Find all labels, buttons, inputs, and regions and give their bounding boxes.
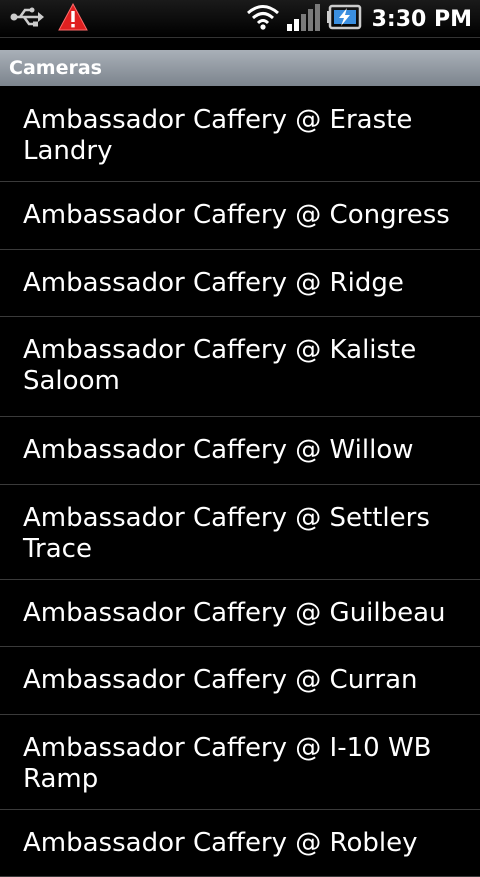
section-header: Cameras <box>0 50 480 86</box>
battery-charging-icon <box>326 4 362 34</box>
camera-list-item[interactable]: Ambassador Caffery @ Settlers Trace <box>0 485 480 580</box>
camera-list-item[interactable]: Ambassador Caffery @ Congress <box>0 182 480 250</box>
camera-list-item[interactable]: Ambassador Caffery @ Willow <box>0 417 480 485</box>
notification-area[interactable] <box>10 4 88 34</box>
camera-list-item[interactable]: Ambassador Caffery @ Eraste Landry <box>0 87 480 182</box>
signal-icon <box>286 2 320 36</box>
clock: 3:30 PM <box>372 7 472 32</box>
camera-list-item[interactable]: Ambassador Caffery @ Curran <box>0 647 480 715</box>
camera-list-item[interactable]: Ambassador Caffery @ Robley <box>0 810 480 877</box>
wifi-icon <box>246 3 280 35</box>
usb-icon <box>10 7 44 31</box>
system-indicators: 3:30 PM <box>246 0 472 38</box>
camera-list-item[interactable]: Ambassador Caffery @ Kaliste Saloom <box>0 317 480 417</box>
camera-list-item[interactable]: Ambassador Caffery @ I-10 WB Ramp <box>0 715 480 810</box>
status-bar: 3:30 PM <box>0 0 480 38</box>
camera-list-item[interactable]: Ambassador Caffery @ Guilbeau <box>0 580 480 648</box>
section-title: Cameras <box>9 57 102 79</box>
warning-icon <box>58 3 88 35</box>
camera-list-item[interactable]: Ambassador Caffery @ Ridge <box>0 250 480 318</box>
camera-list: Ambassador Caffery @ Eraste Landry Ambas… <box>0 87 480 877</box>
